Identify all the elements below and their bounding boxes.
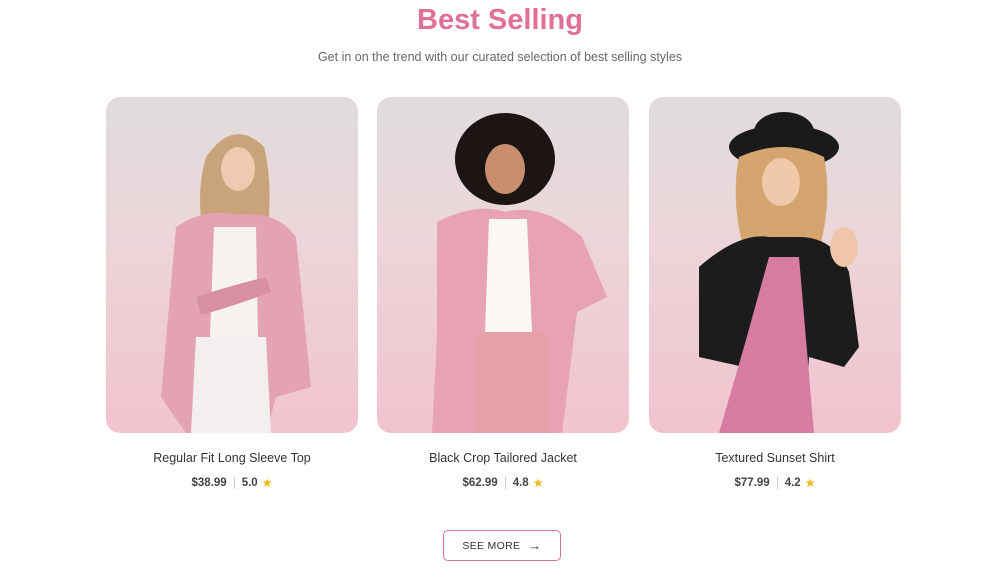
product-name[interactable]: Textured Sunset Shirt [649, 451, 901, 465]
star-icon: ★ [804, 476, 816, 490]
price-rating-row: $62.99 4.8 ★ [377, 476, 629, 490]
product-image[interactable] [106, 97, 358, 433]
see-more-button[interactable]: SEE MORE → [443, 530, 561, 561]
price-rating-row: $77.99 4.2 ★ [649, 476, 901, 490]
price-rating-row: $38.99 5.0 ★ [106, 476, 358, 490]
product-name[interactable]: Black Crop Tailored Jacket [377, 451, 629, 465]
see-more-label: SEE MORE [462, 539, 521, 552]
section-subtitle: Get in on the trend with our curated sel… [317, 50, 683, 64]
arrow-right-icon: → [528, 538, 542, 553]
product-rating: 4.8 [512, 477, 529, 489]
product-card[interactable]: Regular Fit Long Sleeve Top $38.99 5.0 ★ [106, 97, 358, 490]
divider [233, 477, 235, 489]
section-title: Best Selling [417, 4, 583, 36]
product-image[interactable] [377, 97, 629, 433]
product-rating: 4.2 [784, 477, 801, 489]
star-icon: ★ [532, 476, 544, 490]
product-rating: 5.0 [241, 477, 258, 489]
star-icon: ★ [261, 476, 273, 490]
product-name[interactable]: Regular Fit Long Sleeve Top [106, 451, 358, 465]
product-image[interactable] [649, 97, 901, 433]
product-price: $38.99 [191, 477, 227, 489]
product-price: $62.99 [462, 477, 498, 489]
divider [776, 477, 778, 489]
product-price: $77.99 [734, 477, 770, 489]
product-card[interactable]: Black Crop Tailored Jacket $62.99 4.8 ★ [377, 97, 629, 490]
product-card[interactable]: Textured Sunset Shirt $77.99 4.2 ★ [649, 97, 901, 490]
divider [504, 477, 506, 489]
